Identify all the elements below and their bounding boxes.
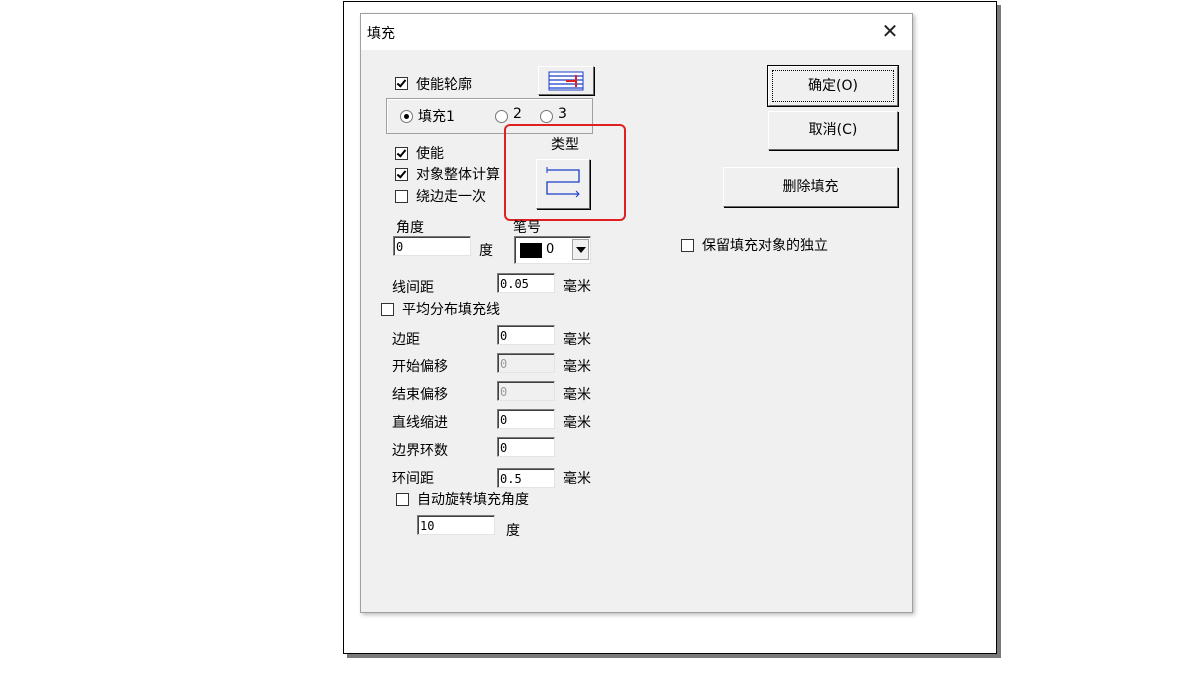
loop-spacing-label: 环间距 [392, 471, 434, 487]
line-indent-input[interactable]: 0 [497, 409, 555, 429]
even-distribution-checkbox[interactable] [381, 303, 394, 316]
dropdown-arrow-icon[interactable] [572, 239, 589, 260]
pen-value: 0 [546, 242, 555, 257]
start-offset-input[interactable]: 0 [497, 353, 555, 373]
delete-fill-button-label: 删除填充 [782, 179, 839, 195]
auto-rotate-checkbox[interactable] [396, 493, 409, 506]
fill-3-label: 3 [558, 106, 567, 122]
pen-select[interactable]: 0 [514, 236, 591, 264]
line-spacing-input[interactable]: 0.05 [497, 273, 555, 293]
fill-type-zigzag-icon [546, 167, 580, 198]
cancel-button-label: 取消(C) [808, 122, 858, 138]
enable-outline-label: 使能轮廓 [416, 77, 472, 93]
fill-1-label: 填充1 [418, 109, 455, 125]
keep-independent-checkbox[interactable] [681, 239, 694, 252]
auto-rotate-label: 自动旋转填充角度 [417, 492, 529, 508]
fill-2-radio[interactable] [495, 110, 508, 123]
margin-unit: 毫米 [563, 332, 591, 348]
outline-lines-icon [548, 71, 584, 91]
fill-1-radio[interactable] [400, 110, 413, 123]
pen-color-swatch [520, 243, 542, 258]
border-loops-label: 边界环数 [392, 443, 448, 459]
start-offset-unit: 毫米 [563, 359, 591, 375]
loop-spacing-unit: 毫米 [563, 471, 591, 487]
border-loops-input[interactable]: 0 [497, 437, 555, 457]
angle-unit-label: 度 [479, 243, 493, 259]
around-edge-once-checkbox[interactable] [395, 190, 408, 203]
fill-type-button[interactable] [536, 159, 590, 209]
delete-fill-button[interactable]: 删除填充 [723, 167, 898, 207]
margin-input[interactable]: 0 [497, 325, 555, 345]
whole-object-calc-checkbox[interactable] [395, 168, 408, 181]
pen-label: 笔号 [513, 220, 541, 236]
line-indent-label: 直线缩进 [392, 415, 448, 431]
margin-label: 边距 [392, 332, 420, 348]
enable-outline-checkbox[interactable] [395, 77, 408, 90]
fill-2-label: 2 [513, 106, 522, 122]
dialog-title: 填充 [367, 26, 395, 42]
cancel-button[interactable]: 取消(C) [768, 111, 898, 150]
outline-style-button[interactable] [538, 66, 594, 95]
end-offset-unit: 毫米 [563, 387, 591, 403]
angle-input[interactable]: 0 [393, 236, 471, 256]
line-indent-unit: 毫米 [563, 415, 591, 431]
even-distribution-label: 平均分布填充线 [402, 302, 500, 318]
close-icon[interactable]: ✕ [876, 18, 904, 44]
fill-dialog: 填充 ✕ 使能轮廓 填充1 2 3 使能 对象整体计算 绕边走一次 类型 角度 … [360, 13, 913, 613]
type-label: 类型 [551, 137, 579, 153]
auto-rotate-unit: 度 [506, 523, 520, 539]
line-spacing-unit: 毫米 [563, 279, 591, 295]
auto-rotate-input[interactable]: 10 [417, 515, 495, 535]
end-offset-input[interactable]: 0 [497, 381, 555, 401]
angle-label: 角度 [396, 220, 424, 236]
end-offset-label: 结束偏移 [392, 387, 448, 403]
enable-label: 使能 [416, 146, 444, 162]
loop-spacing-input[interactable]: 0.5 [497, 468, 555, 488]
title-bar: 填充 ✕ [361, 14, 912, 50]
line-spacing-label: 线间距 [392, 280, 434, 296]
fill-3-radio[interactable] [540, 110, 553, 123]
ok-button-focus-rect [772, 70, 894, 102]
keep-independent-label: 保留填充对象的独立 [702, 238, 828, 254]
around-edge-once-label: 绕边走一次 [416, 189, 486, 205]
ok-button[interactable]: 确定(O) [767, 65, 899, 107]
start-offset-label: 开始偏移 [392, 359, 448, 375]
whole-object-calc-label: 对象整体计算 [416, 167, 500, 183]
enable-checkbox[interactable] [395, 147, 408, 160]
